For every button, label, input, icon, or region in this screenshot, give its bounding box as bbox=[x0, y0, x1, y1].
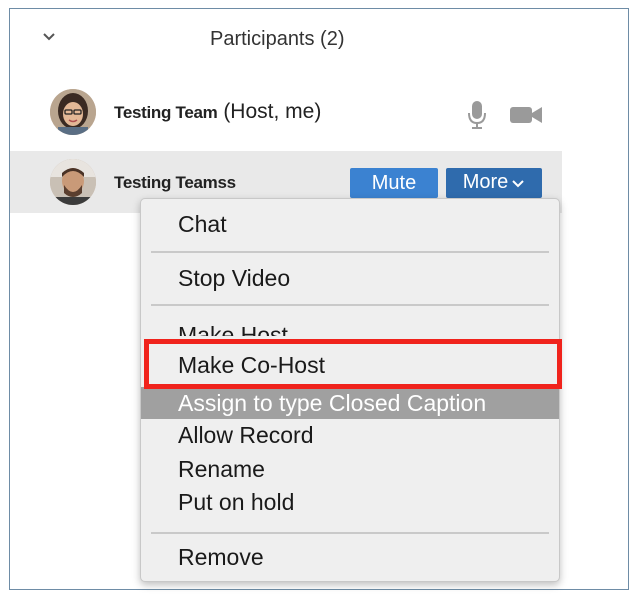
participant-name: Testing Team (Host, me) bbox=[114, 100, 321, 124]
menu-item-remove[interactable]: Remove bbox=[141, 544, 559, 571]
more-button[interactable]: More bbox=[446, 168, 542, 198]
panel-title: Participants (2) bbox=[210, 28, 345, 50]
menu-item-put-on-hold[interactable]: Put on hold bbox=[141, 489, 559, 516]
participant-role: (Host, me) bbox=[223, 100, 322, 123]
menu-item-stop-video[interactable]: Stop Video bbox=[141, 265, 559, 292]
menu-item-make-co-host[interactable]: Make Co-Host bbox=[141, 352, 559, 379]
participant-name: Testing Teamss bbox=[114, 170, 236, 194]
menu-divider bbox=[151, 532, 549, 534]
menu-divider bbox=[151, 304, 549, 306]
avatar bbox=[50, 159, 96, 205]
panel-header: Participants (2) bbox=[10, 9, 570, 71]
menu-item-rename[interactable]: Rename bbox=[141, 456, 559, 483]
participants-panel: Participants (2) Testing Team (Host, me) bbox=[9, 8, 629, 590]
menu-item-make-host[interactable]: Make Host bbox=[141, 320, 559, 336]
chevron-down-icon bbox=[511, 172, 525, 195]
menu-divider bbox=[151, 251, 549, 253]
video-camera-icon[interactable] bbox=[508, 99, 544, 129]
menu-item-assign-closed-caption[interactable]: Assign to type Closed Caption bbox=[141, 387, 559, 419]
more-button-label: More bbox=[462, 171, 509, 194]
mute-button[interactable]: Mute bbox=[350, 168, 438, 198]
participant-name-label: Testing Teamss bbox=[114, 173, 236, 192]
participant-row-host[interactable]: Testing Team (Host, me) bbox=[10, 81, 562, 143]
microphone-icon[interactable] bbox=[466, 99, 488, 129]
menu-item-allow-record[interactable]: Allow Record bbox=[141, 422, 559, 449]
avatar bbox=[50, 89, 96, 135]
menu-item-chat[interactable]: Chat bbox=[141, 211, 559, 238]
participant-name-label: Testing Team bbox=[114, 103, 218, 122]
chevron-down-icon[interactable] bbox=[40, 27, 58, 45]
more-options-menu: Chat Stop Video Make Host Make Co-Host A… bbox=[140, 198, 560, 582]
